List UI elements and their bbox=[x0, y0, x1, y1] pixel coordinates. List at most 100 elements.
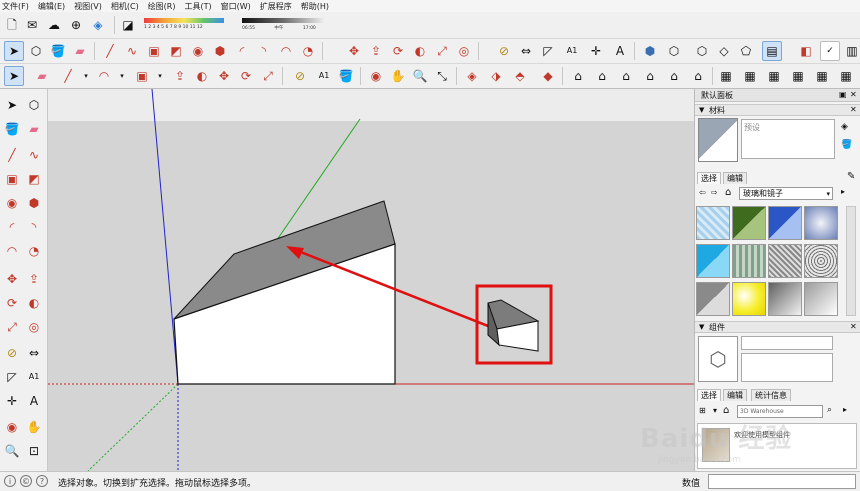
info-icon[interactable]: i bbox=[4, 475, 16, 487]
zoom-window-icon[interactable]: ⊡ bbox=[24, 441, 44, 461]
tape-measure-icon[interactable]: ⊘ bbox=[494, 41, 514, 61]
eraser-icon[interactable]: ▰ bbox=[70, 41, 90, 61]
help-icon[interactable]: ? bbox=[36, 475, 48, 487]
scale-icon[interactable]: ⤢ bbox=[2, 317, 22, 337]
pan-hand-icon[interactable]: ✋ bbox=[388, 66, 408, 86]
library-dropdown[interactable]: 玻璃和镜子 ▾ bbox=[739, 187, 833, 200]
rotate-icon[interactable]: ⟳ bbox=[388, 41, 408, 61]
component-name-field[interactable] bbox=[741, 336, 833, 350]
circle-icon[interactable]: ◉ bbox=[2, 193, 22, 213]
chevron-down-icon[interactable]: ▾ bbox=[76, 66, 96, 86]
swatch-scrollbar[interactable] bbox=[846, 206, 856, 316]
close-icon[interactable]: ✕ bbox=[850, 322, 857, 331]
make-component-icon[interactable]: ⬡ bbox=[24, 95, 44, 115]
style-hidden-line-icon[interactable]: ⬠ bbox=[736, 41, 756, 61]
arc-icon[interactable]: ◜ bbox=[2, 217, 22, 237]
line-tool-icon[interactable]: ╱ bbox=[100, 41, 120, 61]
checkbox-icon[interactable]: ✓ bbox=[820, 41, 840, 61]
move-icon[interactable]: ✥ bbox=[344, 41, 364, 61]
add-location-icon[interactable]: ⊕ bbox=[66, 15, 86, 35]
components-stats-tab[interactable]: 统计信息 bbox=[751, 389, 791, 401]
pin-icon[interactable]: ▣ bbox=[839, 90, 847, 99]
select-arrow-icon[interactable]: ➤ bbox=[4, 66, 24, 86]
view-iso-icon[interactable]: ⬢ bbox=[640, 41, 660, 61]
menu-window[interactable]: 窗口(W) bbox=[221, 1, 251, 12]
tape-measure-icon[interactable]: ⊘ bbox=[2, 343, 22, 363]
move-icon[interactable]: ✥ bbox=[214, 66, 234, 86]
component-desc-field[interactable] bbox=[741, 353, 833, 382]
text-icon[interactable]: A1 bbox=[562, 41, 582, 61]
axes-icon[interactable]: ✛ bbox=[2, 391, 22, 411]
axes-icon[interactable]: ✛ bbox=[586, 41, 606, 61]
camera-front-icon[interactable]: ⌂ bbox=[616, 66, 636, 86]
zoom-icon[interactable]: 🔍 bbox=[410, 66, 430, 86]
style-hidden-icon[interactable]: ▦ bbox=[788, 66, 808, 86]
shapes-icon[interactable]: ▣ bbox=[132, 66, 152, 86]
tape-measure-icon[interactable]: ⊘ bbox=[290, 66, 310, 86]
georef-icon[interactable]: © bbox=[20, 475, 32, 487]
materials-edit-tab[interactable]: 编辑 bbox=[723, 172, 747, 184]
zoom-icon[interactable]: 🔍 bbox=[2, 441, 22, 461]
material-name-field[interactable]: 预设 bbox=[741, 119, 835, 159]
swatch-blue-tint[interactable] bbox=[768, 206, 802, 240]
rectangle-icon[interactable]: ▣ bbox=[2, 169, 22, 189]
dimension-icon[interactable]: ⇔ bbox=[24, 343, 44, 363]
style-wireframe-icon[interactable]: ◇ bbox=[714, 41, 734, 61]
chevron-down-icon[interactable]: ▾ bbox=[112, 66, 132, 86]
extension-warehouse-icon[interactable]: ◆ bbox=[538, 66, 558, 86]
dimension-icon[interactable]: ⇔ bbox=[516, 41, 536, 61]
text-icon[interactable]: A1 bbox=[24, 367, 44, 387]
style-textured-icon[interactable]: ◧ bbox=[796, 41, 816, 61]
home-icon[interactable]: ⌂ bbox=[723, 405, 729, 416]
style-backedges-icon[interactable]: ▦ bbox=[740, 66, 760, 86]
select-arrow-icon[interactable]: ➤ bbox=[2, 95, 22, 115]
freehand-icon[interactable]: ∿ bbox=[24, 145, 44, 165]
share-component-icon[interactable]: ⬘ bbox=[510, 66, 530, 86]
orbit-icon[interactable]: ◉ bbox=[366, 66, 386, 86]
two-point-arc-icon[interactable]: ◝ bbox=[24, 217, 44, 237]
style-xray-icon[interactable]: ⬡ bbox=[692, 41, 712, 61]
chevron-down-icon[interactable]: ▾ bbox=[150, 66, 170, 86]
camera-iso-icon[interactable]: ⌂ bbox=[568, 66, 588, 86]
rotated-rectangle-icon[interactable]: ◩ bbox=[166, 41, 186, 61]
camera-right-icon[interactable]: ⌂ bbox=[640, 66, 660, 86]
components-edit-tab[interactable]: 编辑 bbox=[723, 389, 747, 401]
select-arrow-icon[interactable]: ➤ bbox=[4, 41, 24, 61]
menu-extensions[interactable]: 扩展程序 bbox=[260, 1, 292, 12]
swatch-yellow-glass[interactable] bbox=[732, 282, 766, 316]
line-tool-icon[interactable]: ╱ bbox=[58, 66, 78, 86]
swatch-mirror[interactable] bbox=[768, 282, 802, 316]
zoom-extents-icon[interactable]: ⤡ bbox=[432, 66, 452, 86]
chevron-down-icon[interactable]: ▾ bbox=[713, 406, 717, 415]
close-icon[interactable]: ✕ bbox=[850, 105, 857, 114]
menu-file[interactable]: 文件(F) bbox=[2, 1, 29, 12]
three-point-arc-icon[interactable]: ◠ bbox=[276, 41, 296, 61]
swatch-sky-reflection[interactable] bbox=[804, 206, 838, 240]
pie-icon[interactable]: ◔ bbox=[24, 241, 44, 261]
paint-bucket-icon[interactable]: 🪣 bbox=[841, 140, 852, 150]
paint-bucket-icon[interactable]: 🪣 bbox=[48, 41, 68, 61]
share-model-icon[interactable]: ⬗ bbox=[486, 66, 506, 86]
3d-text-icon[interactable]: A bbox=[610, 41, 630, 61]
swatch-frosted-glass[interactable] bbox=[732, 244, 766, 278]
pan-hand-icon[interactable]: ✋ bbox=[24, 417, 44, 437]
components-section-header[interactable]: ▼ 组件 bbox=[695, 321, 860, 333]
push-pull-icon[interactable]: ⇪ bbox=[24, 269, 44, 289]
search-icon[interactable]: ⌕ bbox=[827, 405, 832, 415]
eyedropper-icon[interactable]: ✎ bbox=[847, 171, 855, 182]
swatch-silver-mirror[interactable] bbox=[804, 282, 838, 316]
freehand-icon[interactable]: ∿ bbox=[122, 41, 142, 61]
orbit-icon[interactable]: ◉ bbox=[2, 417, 22, 437]
extension-icon[interactable]: ◈ bbox=[88, 15, 108, 35]
open-mail-icon[interactable]: ✉ bbox=[22, 15, 42, 35]
3d-text-icon[interactable]: A bbox=[24, 391, 44, 411]
two-point-arc-icon[interactable]: ◝ bbox=[254, 41, 274, 61]
close-icon[interactable]: ✕ bbox=[850, 90, 857, 99]
view-options-icon[interactable]: ⊞ bbox=[699, 406, 706, 415]
menu-help[interactable]: 帮助(H) bbox=[301, 1, 329, 12]
new-file-icon[interactable]: 🗋 bbox=[2, 15, 22, 35]
warehouse-icon[interactable]: ◈ bbox=[462, 66, 482, 86]
style-xray-icon[interactable]: ▦ bbox=[716, 66, 736, 86]
home-icon[interactable]: ⌂ bbox=[725, 187, 731, 198]
swatch-gray-glass[interactable] bbox=[696, 282, 730, 316]
